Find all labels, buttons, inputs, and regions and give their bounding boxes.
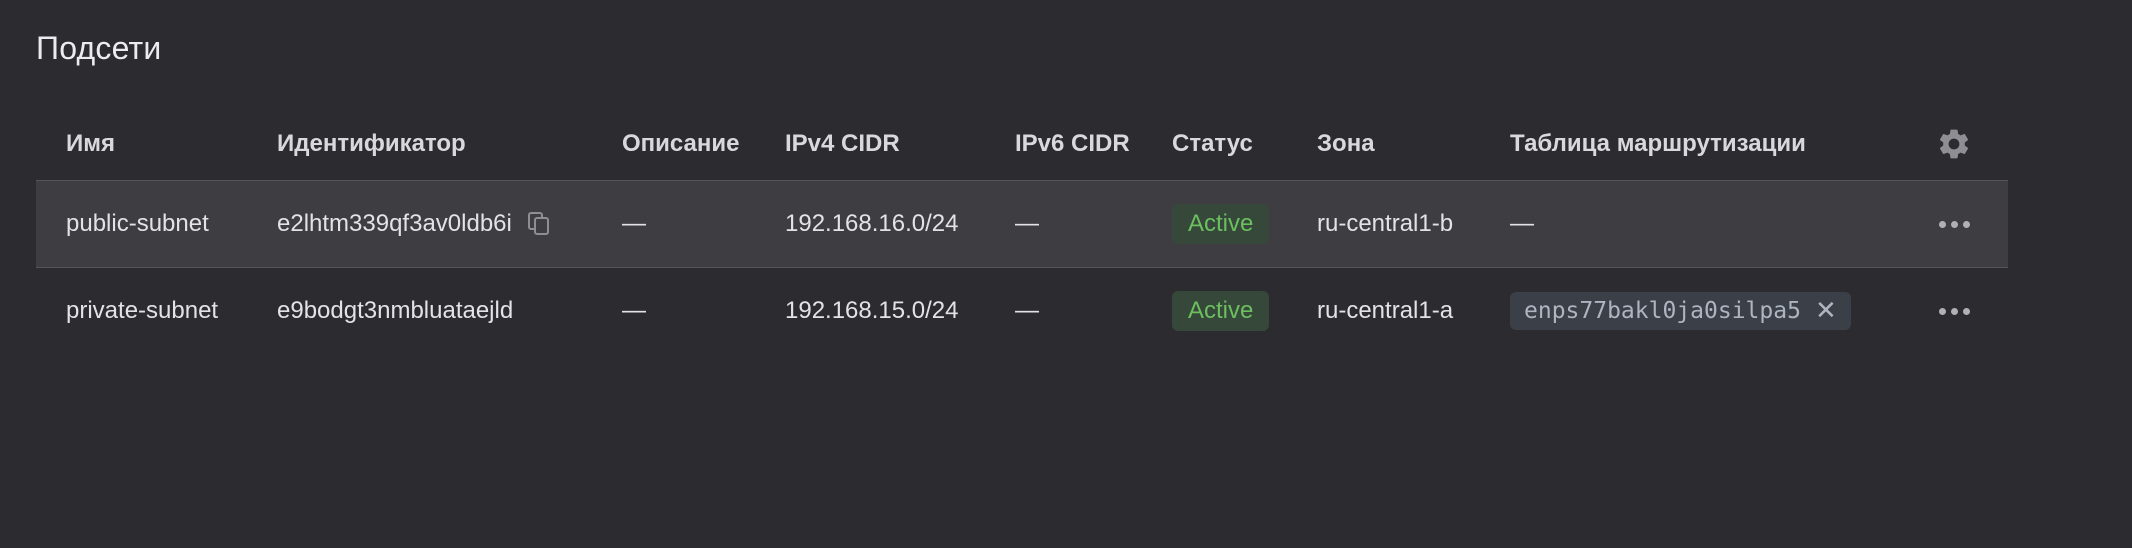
column-header-status[interactable]: Статус [1172,108,1253,180]
subnet-ipv6: — [1015,210,1039,237]
route-table-cell: enps77bakl0ja0silpa5 ✕ [1510,268,1851,354]
subnet-id: e2lhtm339qf3av0ldb6i [277,210,512,237]
subnet-id-cell: e2lhtm339qf3av0ldb6i [277,181,550,267]
gear-icon[interactable] [1936,126,1972,162]
column-header-name[interactable]: Имя [66,108,115,180]
column-header-description[interactable]: Описание [622,108,740,180]
subnet-name[interactable]: private-subnet [66,268,218,354]
table-row[interactable]: private-subnet e9bodgt3nmbluataejld — 19… [36,268,2008,354]
page-title: Подсети [36,30,162,66]
status-badge: Active [1172,291,1270,331]
column-header-route-table[interactable]: Таблица маршрутизации [1510,108,1806,180]
close-icon[interactable]: ✕ [1815,298,1837,324]
subnet-description: — [622,297,646,324]
more-actions-icon[interactable] [1938,220,1970,228]
status-badge: Active [1172,204,1270,244]
column-header-ipv4[interactable]: IPv4 CIDR [785,108,900,180]
subnet-ipv4: 192.168.16.0/24 [785,210,959,237]
more-actions-icon[interactable] [1938,307,1970,315]
route-table-id[interactable]: enps77bakl0ja0silpa5 [1524,298,1801,324]
column-header-ipv6[interactable]: IPv6 CIDR [1015,108,1130,180]
subnet-route-table: — [1510,210,1534,237]
table-row[interactable]: public-subnet e2lhtm339qf3av0ldb6i — 192… [36,180,2008,268]
subnet-id-cell: e9bodgt3nmbluataejld [277,268,513,354]
column-header-zone[interactable]: Зона [1317,108,1375,180]
status-cell: Active [1172,181,1270,267]
column-header-id[interactable]: Идентификатор [277,108,466,180]
subnet-ipv6: — [1015,297,1039,324]
subnet-zone: ru-central1-b [1317,210,1454,237]
subnet-ipv4: 192.168.15.0/24 [785,297,959,324]
subnet-zone: ru-central1-a [1317,297,1454,324]
table-header: Имя Идентификатор Описание IPv4 CIDR IPv… [36,108,2008,180]
copy-icon[interactable] [527,212,550,236]
status-cell: Active [1172,268,1270,354]
subnet-description: — [622,210,646,237]
subnet-name[interactable]: public-subnet [66,181,209,267]
route-table-chip[interactable]: enps77bakl0ja0silpa5 ✕ [1510,292,1851,330]
subnets-table: Имя Идентификатор Описание IPv4 CIDR IPv… [36,108,2008,354]
subnet-id: e9bodgt3nmbluataejld [277,297,514,324]
